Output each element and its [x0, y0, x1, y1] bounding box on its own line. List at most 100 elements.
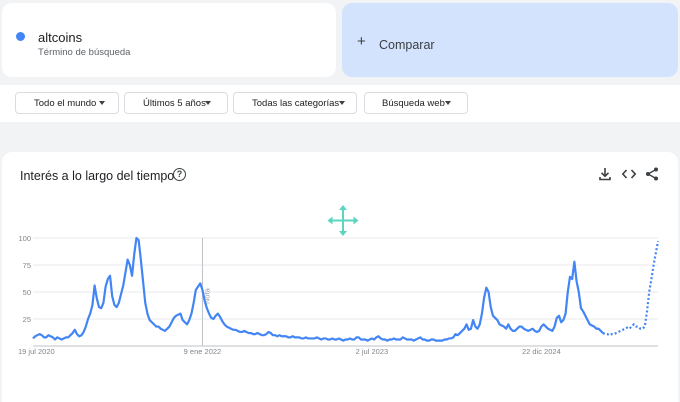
data-point[interactable]: [54, 339, 56, 341]
data-point[interactable]: [435, 340, 437, 342]
data-point[interactable]: [61, 339, 63, 341]
data-point[interactable]: [80, 334, 82, 336]
data-point[interactable]: [151, 321, 153, 323]
data-point[interactable]: [298, 336, 300, 338]
data-point[interactable]: [278, 334, 280, 336]
data-point[interactable]: [540, 326, 542, 328]
data-point[interactable]: [245, 331, 247, 333]
data-point[interactable]: [578, 291, 580, 293]
move-icon[interactable]: [327, 205, 359, 236]
data-point[interactable]: [450, 337, 452, 339]
data-point[interactable]: [650, 278, 652, 280]
data-point[interactable]: [195, 289, 197, 291]
data-point[interactable]: [483, 296, 485, 298]
data-point[interactable]: [331, 337, 333, 339]
data-point[interactable]: [371, 337, 373, 339]
data-point[interactable]: [96, 297, 98, 299]
data-point[interactable]: [107, 278, 109, 280]
data-point[interactable]: [631, 326, 633, 328]
data-point[interactable]: [327, 339, 329, 341]
data-point[interactable]: [364, 339, 366, 341]
data-point[interactable]: [116, 306, 118, 308]
data-point[interactable]: [505, 328, 507, 330]
data-point[interactable]: [499, 323, 501, 325]
data-point[interactable]: [424, 339, 426, 341]
data-point[interactable]: [496, 319, 498, 321]
data-point[interactable]: [518, 326, 520, 328]
data-point[interactable]: [587, 319, 589, 321]
data-point[interactable]: [56, 336, 58, 338]
data-point[interactable]: [452, 336, 454, 338]
data-point[interactable]: [477, 328, 479, 330]
data-point[interactable]: [309, 337, 311, 339]
data-point[interactable]: [228, 327, 230, 329]
data-point[interactable]: [78, 335, 80, 337]
data-point[interactable]: [547, 328, 549, 330]
data-point[interactable]: [441, 340, 443, 342]
data-point[interactable]: [193, 302, 195, 304]
data-point[interactable]: [261, 334, 263, 336]
data-point[interactable]: [127, 259, 129, 261]
data-point[interactable]: [287, 336, 289, 338]
data-point[interactable]: [461, 330, 463, 332]
data-point[interactable]: [118, 302, 120, 304]
data-point[interactable]: [613, 333, 615, 335]
data-point[interactable]: [512, 330, 514, 332]
data-point[interactable]: [144, 302, 146, 304]
data-point[interactable]: [175, 315, 177, 317]
data-point[interactable]: [155, 326, 157, 328]
data-point[interactable]: [256, 332, 258, 334]
data-point[interactable]: [565, 313, 567, 315]
data-point[interactable]: [72, 332, 74, 334]
data-point[interactable]: [274, 334, 276, 336]
data-point[interactable]: [624, 328, 626, 330]
data-point[interactable]: [149, 319, 151, 321]
data-point[interactable]: [67, 336, 69, 338]
data-point[interactable]: [419, 336, 421, 338]
data-point[interactable]: [113, 304, 115, 306]
data-point[interactable]: [569, 276, 571, 278]
data-point[interactable]: [576, 280, 578, 282]
data-point[interactable]: [47, 334, 49, 336]
data-point[interactable]: [186, 323, 188, 325]
data-point[interactable]: [633, 323, 635, 325]
data-point[interactable]: [270, 332, 272, 334]
data-point[interactable]: [393, 337, 395, 339]
data-point[interactable]: [162, 329, 164, 331]
data-point[interactable]: [250, 332, 252, 334]
data-point[interactable]: [430, 339, 432, 341]
compare-button[interactable]: + Comparar: [342, 3, 678, 77]
data-point[interactable]: [615, 332, 617, 334]
data-point[interactable]: [138, 239, 140, 241]
data-point[interactable]: [36, 334, 38, 336]
data-point[interactable]: [265, 333, 267, 335]
data-point[interactable]: [494, 317, 496, 319]
data-point[interactable]: [173, 317, 175, 319]
data-point[interactable]: [457, 334, 459, 336]
data-point[interactable]: [446, 339, 448, 341]
data-point[interactable]: [296, 336, 298, 338]
data-point[interactable]: [507, 323, 509, 325]
filter-time-range[interactable]: Últimos 5 años: [124, 92, 228, 114]
data-point[interactable]: [322, 337, 324, 339]
data-point[interactable]: [604, 333, 606, 335]
data-point[interactable]: [556, 317, 558, 319]
data-point[interactable]: [45, 336, 47, 338]
data-point[interactable]: [593, 326, 595, 328]
data-point[interactable]: [252, 333, 254, 335]
data-point[interactable]: [353, 339, 355, 341]
filter-region[interactable]: Todo el mundo: [15, 92, 119, 114]
data-point[interactable]: [648, 291, 650, 293]
data-point[interactable]: [285, 335, 287, 337]
data-point[interactable]: [472, 319, 474, 321]
data-point[interactable]: [571, 278, 573, 280]
data-point[interactable]: [232, 329, 234, 331]
data-point[interactable]: [334, 339, 336, 341]
data-point[interactable]: [426, 340, 428, 342]
data-point[interactable]: [626, 327, 628, 329]
data-point[interactable]: [380, 337, 382, 339]
data-point[interactable]: [404, 337, 406, 339]
data-point[interactable]: [237, 330, 239, 332]
data-point[interactable]: [602, 332, 604, 334]
data-point[interactable]: [536, 331, 538, 333]
